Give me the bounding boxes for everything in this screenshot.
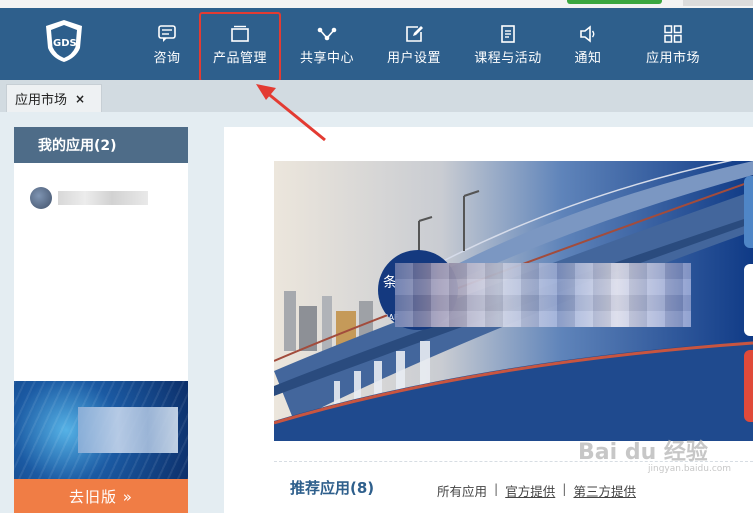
filter-official[interactable]: 官方提供 [505, 481, 555, 500]
app-filter-tabs: 所有应用 | 官方提供 | 第三方提供 [437, 481, 636, 500]
filter-third-party[interactable]: 第三方提供 [573, 481, 636, 500]
highlight-box [199, 12, 281, 82]
grid-icon [664, 25, 682, 43]
chat-icon [158, 25, 176, 42]
tab-strip [0, 80, 753, 112]
nav-item-share-center[interactable]: 共享中心 [292, 0, 362, 80]
side-card-white[interactable] [744, 264, 753, 336]
edit-icon [406, 26, 423, 42]
share-icon [317, 27, 337, 41]
app-avatar [30, 187, 52, 209]
nav-label: 课程与活动 [474, 51, 542, 66]
baidu-watermark: Bai du 经验 jingyan.baidu.com [578, 434, 731, 474]
document-icon [501, 25, 515, 43]
tab-app-market[interactable]: 应用市场 × [6, 84, 102, 112]
nav-label: 用户设置 [386, 51, 441, 66]
blurred-promo-text [78, 407, 178, 453]
nav-item-app-market[interactable]: 应用市场 [638, 0, 708, 80]
blurred-banner-title [395, 263, 691, 327]
nav-label: 应用市场 [645, 51, 700, 66]
logo-text: GDS [53, 38, 77, 49]
side-card-red[interactable] [744, 350, 753, 422]
nav-label: 共享中心 [299, 51, 354, 66]
gds-logo[interactable]: GDS [40, 18, 88, 64]
side-card-blue[interactable] [744, 176, 753, 248]
promo-banner[interactable] [14, 381, 188, 479]
tab-label: 应用市场 [15, 93, 68, 108]
nav-label: 通知 [574, 51, 602, 66]
nav-item-notifications[interactable]: 通知 [568, 0, 608, 80]
watermark-sub: jingyan.baidu.com [648, 464, 732, 474]
app-item[interactable] [30, 187, 148, 209]
watermark-text: Bai du 经验 [578, 440, 708, 465]
close-icon[interactable]: × [75, 92, 85, 106]
filter-separator: | [562, 481, 567, 496]
nav-label: 咨询 [153, 51, 181, 66]
nav-item-courses-events[interactable]: 课程与活动 [468, 0, 548, 80]
filter-all-apps[interactable]: 所有应用 [437, 481, 487, 500]
old-version-button[interactable]: 去旧版 » [14, 479, 188, 513]
filter-separator: | [494, 481, 499, 496]
blurred-app-name [58, 191, 148, 205]
recommended-title: 推荐应用(8) [290, 479, 375, 497]
speaker-icon [580, 25, 595, 43]
nav-item-consult[interactable]: 咨询 [146, 0, 188, 80]
nav-item-user-settings[interactable]: 用户设置 [380, 0, 448, 80]
my-apps-title: 我的应用(2) [14, 127, 188, 163]
